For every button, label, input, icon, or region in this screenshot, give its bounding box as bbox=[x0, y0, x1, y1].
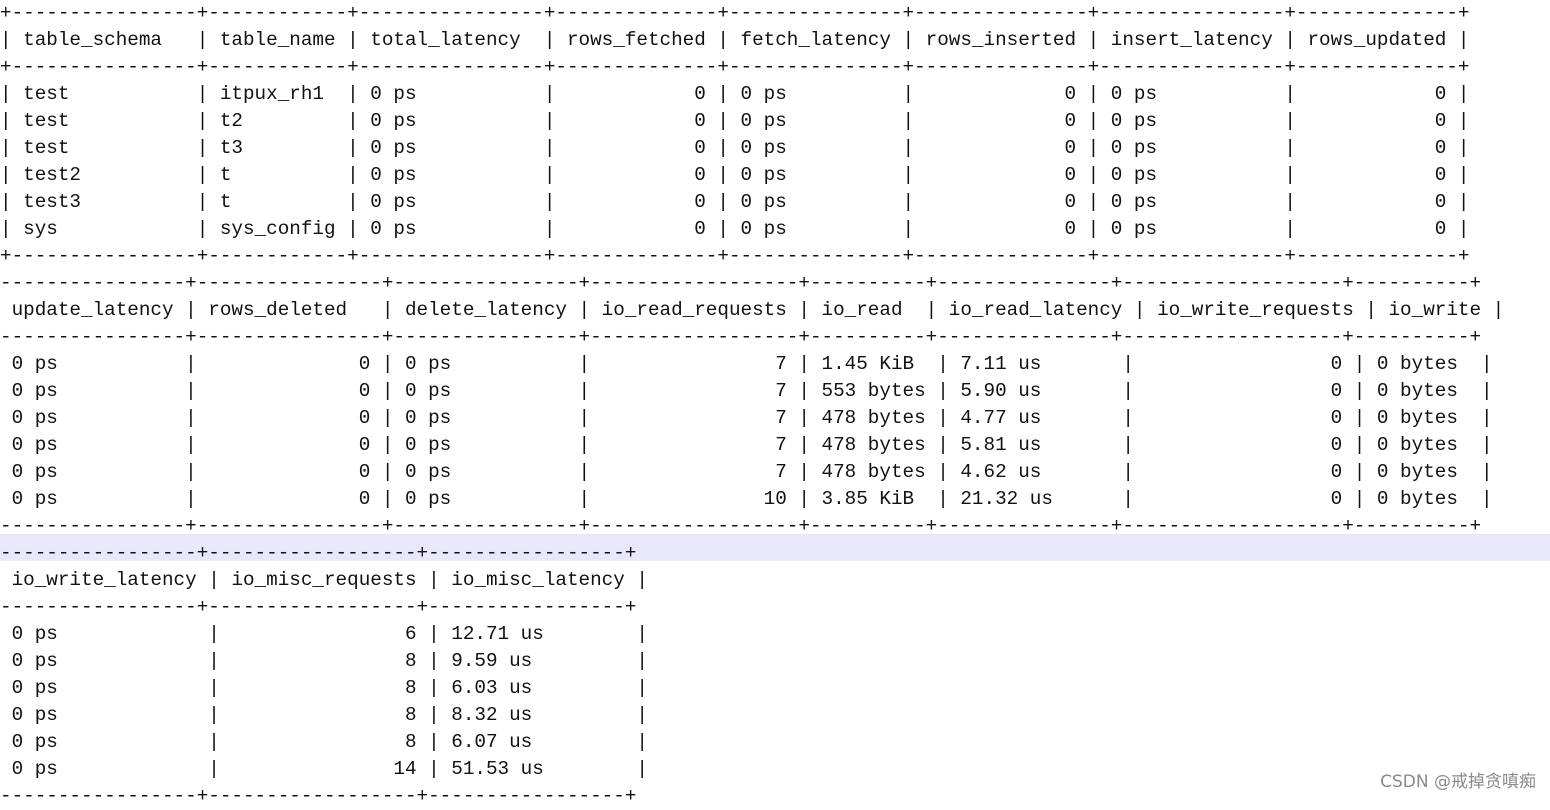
table-header-row: | table_schema | table_name | total_late… bbox=[0, 29, 1470, 51]
table-row: | test3 | t | 0 ps | 0 | 0 ps | 0 | 0 ps… bbox=[0, 191, 1470, 213]
table-row: 0 ps | 8 | 6.07 us | bbox=[0, 731, 648, 753]
table-row: 0 ps | 0 | 0 ps | 7 | 478 bytes | 5.81 u… bbox=[0, 434, 1493, 456]
table-border-line: ----------------+----------------+------… bbox=[0, 272, 1482, 294]
table-border-line: +----------------+------------+---------… bbox=[0, 2, 1470, 24]
query-result-table-3: -----------------+------------------+---… bbox=[0, 540, 648, 810]
table-row: | test | itpux_rh1 | 0 ps | 0 | 0 ps | 0… bbox=[0, 83, 1470, 105]
table-row: 0 ps | 8 | 8.32 us | bbox=[0, 704, 648, 726]
table-row: 0 ps | 6 | 12.71 us | bbox=[0, 623, 648, 645]
table-border-line: +----------------+------------+---------… bbox=[0, 245, 1470, 267]
table-border-line: -----------------+------------------+---… bbox=[0, 785, 637, 807]
table-row: 0 ps | 0 | 0 ps | 7 | 478 bytes | 4.77 u… bbox=[0, 407, 1493, 429]
table-row: 0 ps | 0 | 0 ps | 7 | 553 bytes | 5.90 u… bbox=[0, 380, 1493, 402]
table-header-row: io_write_latency | io_misc_requests | io… bbox=[0, 569, 648, 591]
table-row: 0 ps | 14 | 51.53 us | bbox=[0, 758, 648, 780]
table-row: 0 ps | 0 | 0 ps | 7 | 1.45 KiB | 7.11 us… bbox=[0, 353, 1493, 375]
query-result-table-2: ----------------+----------------+------… bbox=[0, 270, 1504, 540]
query-result-table-1: +----------------+------------+---------… bbox=[0, 0, 1469, 270]
table-row: | test | t2 | 0 ps | 0 | 0 ps | 0 | 0 ps… bbox=[0, 110, 1470, 132]
table-row: 0 ps | 8 | 6.03 us | bbox=[0, 677, 648, 699]
table-border-line: ----------------+----------------+------… bbox=[0, 515, 1482, 537]
table-row: | test2 | t | 0 ps | 0 | 0 ps | 0 | 0 ps… bbox=[0, 164, 1470, 186]
table-border-line: -----------------+------------------+---… bbox=[0, 596, 637, 618]
table-row: | sys | sys_config | 0 ps | 0 | 0 ps | 0… bbox=[0, 218, 1470, 240]
table-row: 0 ps | 0 | 0 ps | 7 | 478 bytes | 4.62 u… bbox=[0, 461, 1493, 483]
table-border-line: ----------------+----------------+------… bbox=[0, 326, 1482, 348]
table-border-line: -----------------+------------------+---… bbox=[0, 542, 637, 564]
table-header-row: update_latency | rows_deleted | delete_l… bbox=[0, 299, 1505, 321]
watermark: CSDN @戒掉贪嗔痴 bbox=[1380, 772, 1536, 792]
table-border-line: +----------------+------------+---------… bbox=[0, 56, 1470, 78]
table-row: | test | t3 | 0 ps | 0 | 0 ps | 0 | 0 ps… bbox=[0, 137, 1470, 159]
table-row: 0 ps | 8 | 9.59 us | bbox=[0, 650, 648, 672]
table-row: 0 ps | 0 | 0 ps | 10 | 3.85 KiB | 21.32 … bbox=[0, 488, 1493, 510]
